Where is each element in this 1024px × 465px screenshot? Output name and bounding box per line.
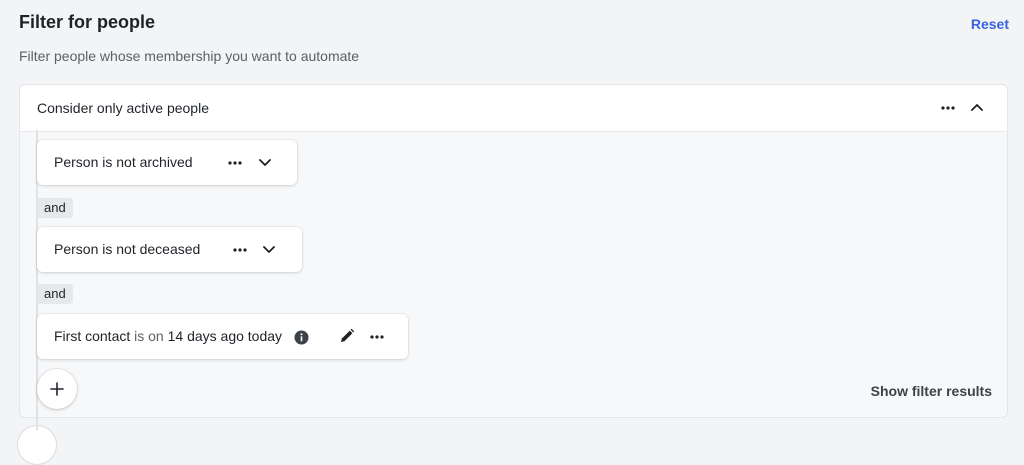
add-condition-button[interactable] bbox=[37, 369, 77, 409]
condition-label: Person is not deceased bbox=[54, 241, 201, 257]
filter-group-title: Consider only active people bbox=[37, 100, 209, 116]
chevron-down-icon[interactable] bbox=[260, 241, 278, 259]
condition-card-deceased[interactable]: Person is not deceased bbox=[37, 227, 302, 272]
condition-card-archived[interactable]: Person is not archived bbox=[37, 140, 297, 185]
and-joiner: and bbox=[37, 198, 73, 218]
reset-button[interactable]: Reset bbox=[971, 16, 1009, 32]
and-joiner: and bbox=[37, 284, 73, 304]
more-horizontal-icon[interactable] bbox=[226, 154, 244, 172]
pencil-edit-icon[interactable] bbox=[338, 327, 356, 345]
more-horizontal-icon[interactable] bbox=[368, 328, 386, 346]
chevron-up-icon[interactable] bbox=[968, 98, 986, 116]
filter-group-header: Consider only active people bbox=[20, 85, 1007, 132]
condition-card-first-contact[interactable]: First contact is on 14 days ago today bbox=[37, 314, 408, 359]
more-horizontal-icon[interactable] bbox=[231, 241, 249, 259]
chevron-down-icon[interactable] bbox=[256, 154, 274, 172]
show-filter-results-button[interactable]: Show filter results bbox=[871, 383, 992, 399]
next-step-circle[interactable] bbox=[17, 425, 57, 465]
condition-value: 14 days ago today bbox=[167, 328, 283, 344]
condition-operator: is on bbox=[134, 328, 164, 344]
page-subtitle: Filter people whose membership you want … bbox=[19, 48, 360, 64]
plus-icon bbox=[50, 382, 64, 396]
condition-label: Person is not archived bbox=[54, 154, 193, 170]
condition-label: First contact is on 14 days ago today bbox=[54, 328, 282, 344]
info-icon[interactable] bbox=[292, 328, 310, 346]
condition-field: First contact bbox=[54, 328, 131, 344]
page-title: Filter for people bbox=[19, 12, 156, 32]
more-horizontal-icon[interactable] bbox=[939, 99, 957, 117]
